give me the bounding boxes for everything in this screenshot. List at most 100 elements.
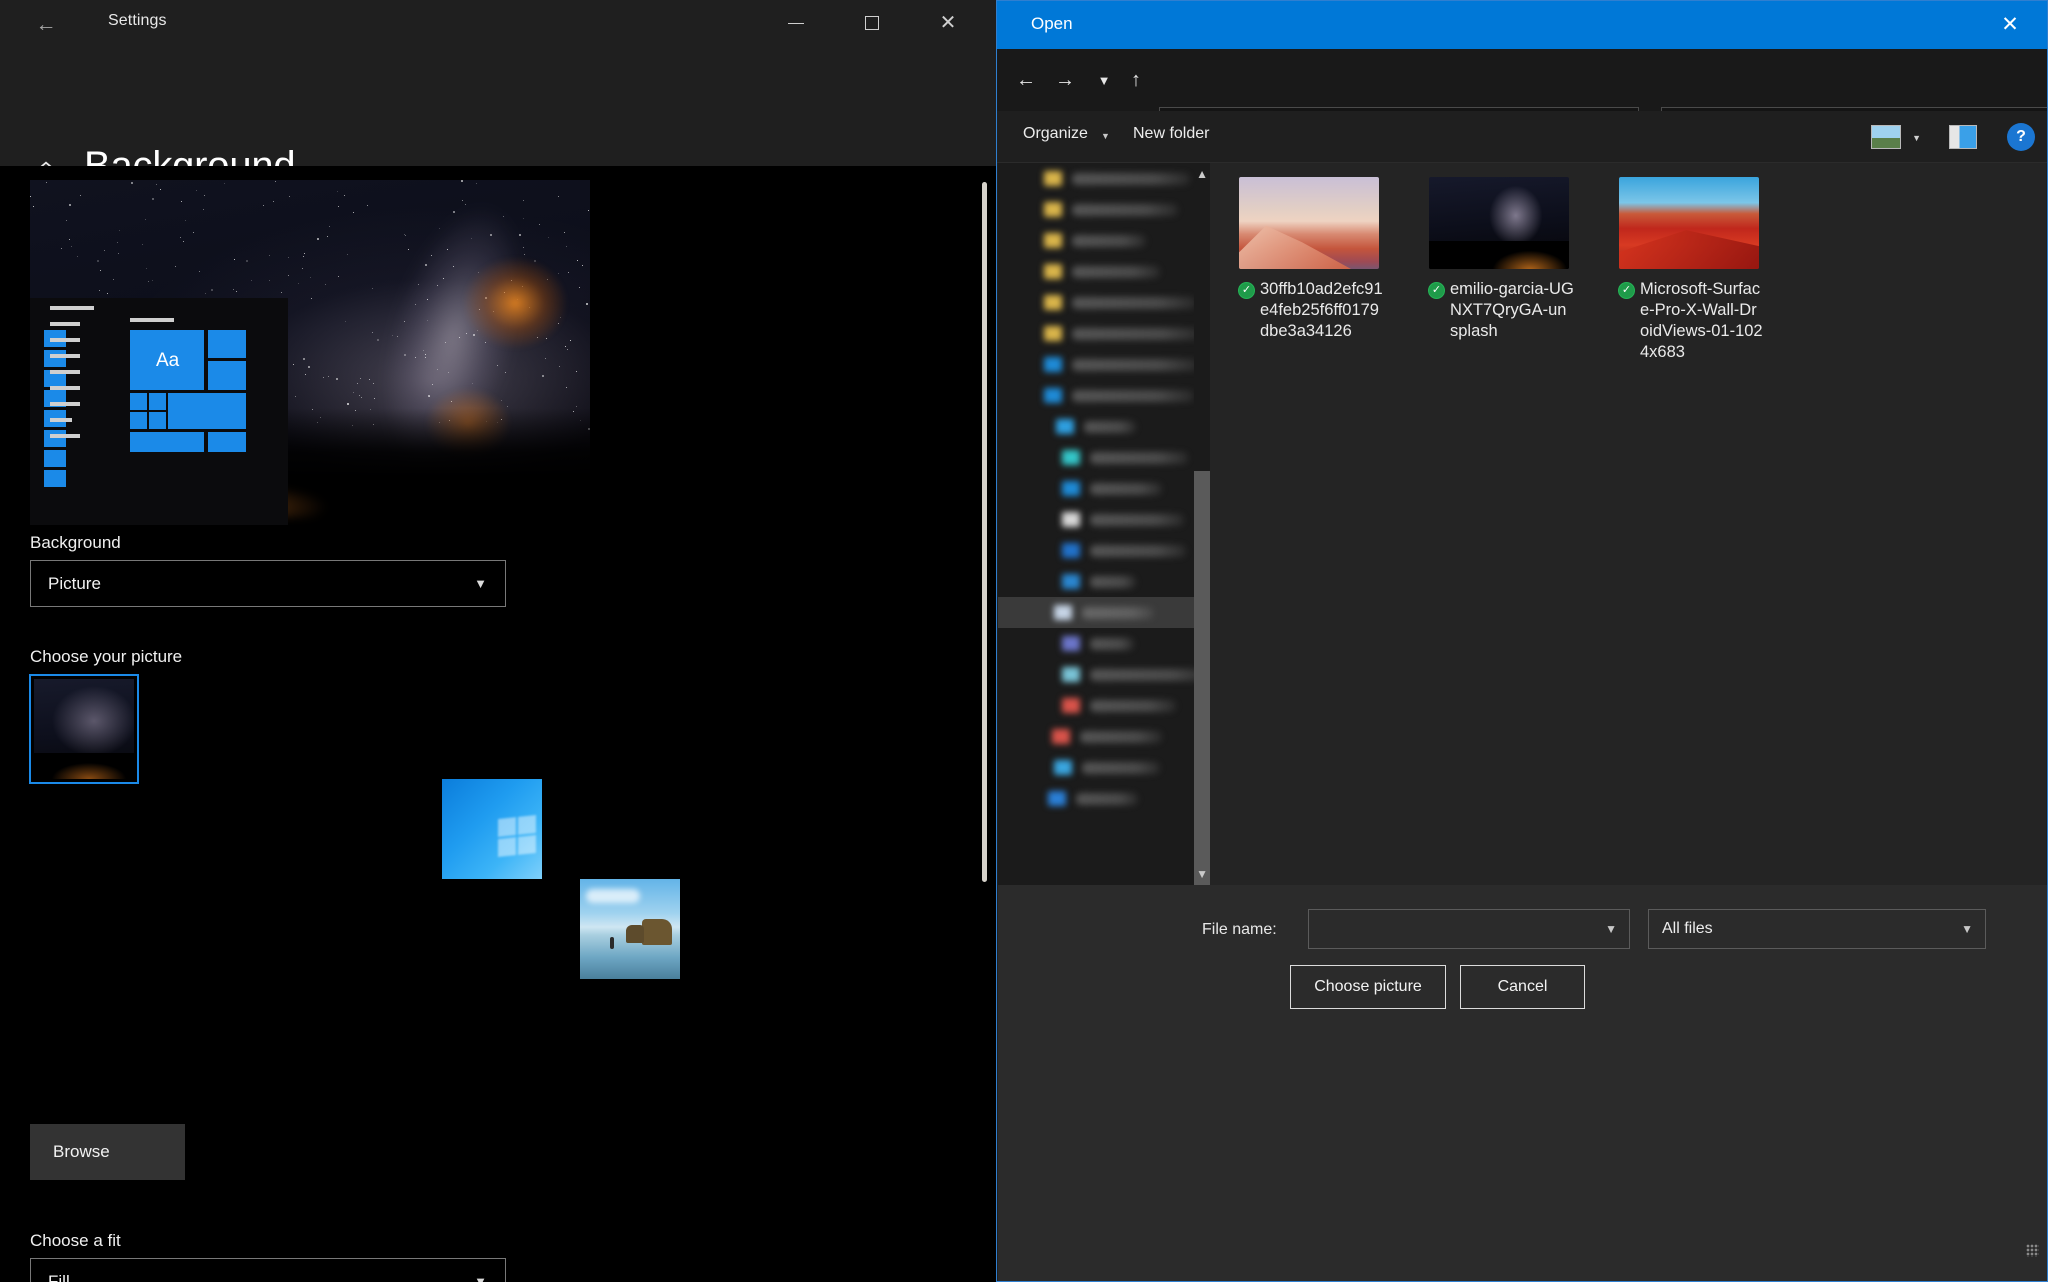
nav-tree-item[interactable] — [998, 318, 1210, 349]
file-thumbnail[interactable] — [1619, 177, 1759, 269]
resize-grip-icon[interactable] — [2026, 1244, 2039, 1257]
close-button[interactable]: ✕ — [918, 0, 978, 46]
chevron-down-icon[interactable]: ▼ — [1961, 922, 1973, 936]
file-name-label: File name: — [1202, 921, 1277, 939]
file-item[interactable]: ✓ emilio-garcia-UGNXT7QryGA-unsplash — [1424, 177, 1574, 342]
dialog-titlebar: Open ✕ — [997, 1, 2047, 49]
folder-icon — [1044, 171, 1062, 186]
settings-titlebar: ← Settings ✕ — [0, 0, 996, 48]
minimize-button[interactable] — [766, 0, 826, 46]
picture-thumbnail-windows-hero[interactable] — [442, 779, 542, 879]
nav-tree-item[interactable] — [998, 690, 1210, 721]
nav-tree-item[interactable] — [998, 628, 1210, 659]
settings-scrollbar[interactable] — [982, 182, 987, 882]
file-thumbnail[interactable] — [1429, 177, 1569, 269]
nav-tree-item-label — [1072, 328, 1200, 340]
file-name-text: Microsoft-Surface-Pro-X-Wall-DroidViews-… — [1640, 280, 1763, 361]
open-file-dialog: Open ✕ ← → ▼ ↑ › Wallpapers ▼ ↻ ⚲ Organi… — [996, 0, 2048, 1282]
picture-thumbnail-row — [0, 166, 100, 466]
nav-tree-item[interactable] — [998, 752, 1210, 783]
back-arrow-icon[interactable]: ← — [28, 8, 64, 40]
folder-icon — [1054, 760, 1072, 775]
nav-tree-item[interactable] — [998, 225, 1210, 256]
nav-tree-item-label — [1076, 793, 1138, 805]
nav-tree-item[interactable] — [998, 256, 1210, 287]
nav-tree-item[interactable] — [998, 783, 1210, 814]
nav-tree-item[interactable] — [998, 163, 1210, 194]
picture-thumbnail-milky-way[interactable] — [34, 679, 134, 779]
nav-tree-item-label — [1084, 421, 1136, 433]
fit-value: Fill — [48, 1272, 70, 1282]
nav-tree-item-label — [1072, 235, 1146, 247]
file-name-label: ✓ 30ffb10ad2efc91e4feb25f6ff0179dbe3a3412… — [1234, 279, 1384, 342]
cloud-shape — [586, 889, 640, 903]
choose-picture-label: Choose your picture — [30, 647, 182, 667]
nav-tree-item[interactable] — [998, 659, 1210, 690]
close-icon[interactable]: ✕ — [1981, 1, 2039, 47]
nav-tree-item[interactable] — [998, 535, 1210, 566]
settings-content: Aa Background Picture ▼ Choose your pict… — [0, 166, 996, 1282]
nav-tree-item-label — [1072, 297, 1196, 309]
cloud-synced-check-icon: ✓ — [1618, 282, 1635, 299]
chevron-down-icon[interactable]: ▼ — [1196, 867, 1208, 881]
help-icon[interactable]: ? — [2007, 123, 2035, 151]
file-list-pane[interactable]: ✓ 30ffb10ad2efc91e4feb25f6ff0179dbe3a3412… — [1210, 163, 2046, 885]
nav-tree-item[interactable] — [998, 442, 1210, 473]
folder-icon — [1062, 512, 1080, 527]
arrow-right-icon[interactable]: → — [1046, 61, 1084, 99]
folder-icon — [1054, 605, 1072, 620]
navigation-pane[interactable]: ▲ ▼ — [998, 163, 1210, 885]
nav-tree-item[interactable] — [998, 566, 1210, 597]
windows-logo-icon — [498, 815, 536, 857]
chevron-up-icon[interactable]: ▲ — [1196, 167, 1208, 181]
file-item[interactable]: ✓ Microsoft-Surface-Pro-X-Wall-DroidViews… — [1614, 177, 1764, 363]
file-name-input[interactable]: ▼ — [1308, 909, 1630, 949]
file-item[interactable]: ✓ 30ffb10ad2efc91e4feb25f6ff0179dbe3a3412… — [1234, 177, 1384, 342]
organize-caret-down-icon[interactable]: ▼ — [1101, 131, 1110, 141]
folder-icon — [1062, 574, 1080, 589]
nav-tree-item[interactable] — [998, 721, 1210, 752]
file-name-label: ✓ emilio-garcia-UGNXT7QryGA-unsplash — [1424, 279, 1574, 342]
organize-button[interactable]: Organize — [1023, 125, 1088, 143]
nav-tree-item[interactable] — [998, 473, 1210, 504]
chevron-down-icon[interactable]: ▼ — [1605, 922, 1617, 936]
nav-tree-item[interactable] — [998, 194, 1210, 225]
background-type-value: Picture — [48, 574, 101, 594]
view-caret-down-icon[interactable]: ▼ — [1912, 133, 1921, 143]
picture-thumbnail-beach[interactable] — [580, 879, 680, 979]
nav-tree-item-label — [1090, 669, 1208, 681]
arrow-left-icon[interactable]: ← — [1007, 61, 1045, 99]
nav-tree-item[interactable] — [998, 287, 1210, 318]
background-section-label: Background — [30, 533, 121, 553]
nav-tree-item-label — [1090, 638, 1134, 650]
arrow-up-icon[interactable]: ↑ — [1117, 61, 1155, 99]
file-name-text: emilio-garcia-UGNXT7QryGA-unsplash — [1450, 280, 1574, 340]
folder-icon — [1062, 698, 1080, 713]
nav-tree-item[interactable] — [998, 349, 1210, 380]
cloud-synced-check-icon: ✓ — [1428, 282, 1445, 299]
choose-picture-button[interactable]: Choose picture — [1290, 965, 1446, 1009]
view-layout-icon[interactable] — [1871, 125, 1901, 149]
folder-icon — [1052, 729, 1070, 744]
maximize-button[interactable] — [842, 0, 902, 46]
nav-tree-item-label — [1090, 452, 1188, 464]
desktop-preview: Aa — [30, 180, 590, 525]
nav-tree-item[interactable] — [998, 597, 1210, 628]
nav-tree-item[interactable] — [998, 411, 1210, 442]
navigation-scrollbar-track[interactable] — [1194, 183, 1210, 865]
dialog-title: Open — [1031, 14, 1073, 34]
chevron-down-icon: ▼ — [474, 576, 487, 591]
file-thumbnail[interactable] — [1239, 177, 1379, 269]
new-folder-button[interactable]: New folder — [1133, 125, 1209, 143]
folder-icon — [1044, 295, 1062, 310]
folder-icon — [1062, 481, 1080, 496]
preview-pane-icon[interactable] — [1949, 125, 1977, 149]
browse-button[interactable]: Browse — [30, 1124, 185, 1180]
cancel-button[interactable]: Cancel — [1460, 965, 1585, 1009]
background-type-dropdown[interactable]: Picture ▼ — [30, 560, 506, 607]
navigation-scrollbar-thumb[interactable] — [1194, 471, 1210, 885]
file-type-dropdown[interactable]: All files ▼ — [1648, 909, 1986, 949]
nav-tree-item[interactable] — [998, 504, 1210, 535]
nav-tree-item[interactable] — [998, 380, 1210, 411]
fit-dropdown[interactable]: Fill ▼ — [30, 1258, 506, 1282]
